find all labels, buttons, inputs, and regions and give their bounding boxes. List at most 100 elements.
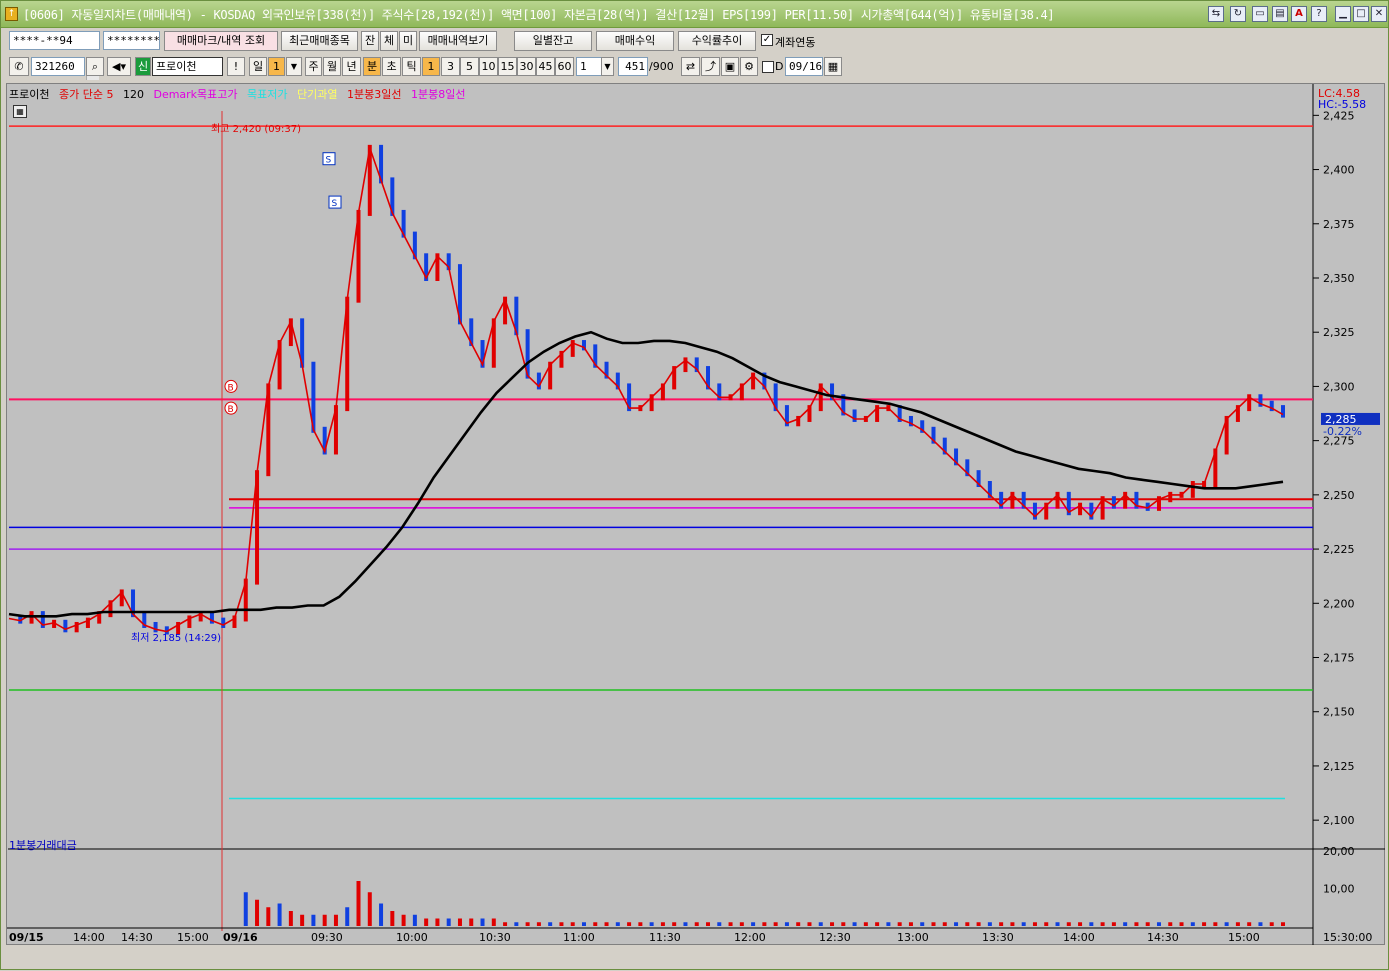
volume-bar	[1281, 922, 1285, 926]
volume-bar	[796, 922, 801, 926]
volume-bar	[480, 918, 485, 926]
volume-bar	[1066, 922, 1071, 926]
volume-bar	[457, 918, 462, 926]
volume-bar	[390, 911, 395, 926]
volume-bar	[920, 922, 925, 926]
volume-bar	[638, 922, 643, 926]
volume-bar	[1247, 922, 1252, 926]
candle-bar	[1281, 405, 1285, 418]
volume-bar	[1032, 922, 1037, 926]
time-tick-label: 09/15	[9, 931, 44, 944]
volume-bar	[1078, 922, 1083, 926]
volume-bar	[1010, 922, 1015, 926]
candle-bar	[1111, 496, 1116, 509]
volume-bar	[987, 922, 992, 926]
high-annotation: 최고 2,420 (09:37)	[211, 123, 301, 135]
time-tick-label: 13:30	[982, 931, 1014, 944]
time-tick-label: 14:30	[121, 931, 153, 944]
price-tick-label: 2,175	[1323, 652, 1355, 665]
current-change: -0.22%	[1323, 425, 1362, 438]
time-tick-label: 14:30	[1147, 931, 1179, 944]
volume-bar	[830, 922, 835, 926]
volume-bar	[954, 922, 959, 926]
volume-bar	[345, 907, 350, 926]
ma120-line	[8, 330, 1284, 618]
volume-bar	[841, 922, 846, 926]
volume-bar	[243, 892, 248, 926]
main-window: ↑ [0606] 자동일지차트(매매내역) - KOSDAQ 외국인보유[338…	[0, 0, 1389, 970]
volume-bar	[897, 922, 902, 926]
volume-bar	[1111, 922, 1116, 926]
time-tick-label: 15:00	[177, 931, 209, 944]
candle-bar	[63, 619, 68, 633]
volume-bar	[581, 922, 586, 926]
time-tick-label: 13:00	[897, 931, 929, 944]
volume-bar	[604, 922, 609, 926]
price-chart-svg[interactable]: 2,4252,4002,3752,3502,3252,3002,2752,250…	[1, 1, 1389, 971]
volume-bar	[1089, 922, 1094, 926]
volume-bar	[852, 922, 857, 926]
volume-bar	[660, 922, 665, 926]
candle-bar	[74, 621, 79, 633]
volume-bar	[807, 922, 812, 926]
volume-tick-label: 10,00	[1323, 883, 1355, 896]
time-tick-label: 14:00	[73, 931, 105, 944]
volume-bar	[401, 914, 406, 926]
volume-bar	[435, 918, 440, 926]
buy-marker-label: B	[228, 405, 234, 415]
volume-bar	[559, 922, 564, 926]
volume-bar	[976, 922, 981, 926]
status-bar	[6, 947, 1385, 967]
volume-bar	[1044, 922, 1049, 926]
volume-bar	[728, 922, 733, 926]
volume-bar	[965, 922, 970, 926]
volume-bar	[1123, 922, 1128, 926]
volume-bar	[491, 918, 496, 926]
volume-bar	[548, 922, 553, 926]
volume-bar	[1021, 922, 1026, 926]
low-annotation: 최저 2,185 (14:29)	[131, 632, 221, 644]
volume-bar	[615, 922, 620, 926]
volume-bar	[784, 922, 789, 926]
volume-bar	[1190, 922, 1195, 926]
volume-bar	[863, 922, 868, 926]
volume-bar	[322, 914, 327, 926]
time-tick-label: 09/16	[223, 931, 258, 944]
volume-bar	[773, 922, 778, 926]
time-tick-label: 10:00	[396, 931, 428, 944]
price-tick-label: 2,350	[1323, 272, 1355, 285]
volume-bar	[266, 907, 271, 926]
time-tick-label: 11:30	[649, 931, 681, 944]
candle-bar	[1168, 491, 1173, 503]
volume-bar	[570, 922, 575, 926]
volume-bar	[908, 922, 913, 926]
volume-bar	[255, 899, 260, 926]
volume-bar	[694, 922, 699, 926]
volume-bar	[1179, 922, 1184, 926]
volume-bar	[717, 922, 722, 926]
volume-bar	[1168, 922, 1173, 926]
time-tick-label: 14:00	[1063, 931, 1095, 944]
volume-bar	[739, 922, 744, 926]
volume-bar	[875, 922, 880, 926]
volume-bar	[424, 918, 429, 926]
volume-bar	[942, 922, 947, 926]
price-tick-label: 2,100	[1323, 814, 1355, 827]
volume-bar	[1100, 922, 1105, 926]
time-axis-end: 15:30:00	[1323, 931, 1372, 944]
price-tick-label: 2,300	[1323, 380, 1355, 393]
price-tick-label: 2,425	[1323, 109, 1355, 122]
volume-bar	[593, 922, 598, 926]
price-tick-label: 2,325	[1323, 326, 1355, 339]
price-tick-label: 2,250	[1323, 489, 1355, 502]
time-tick-label: 10:30	[479, 931, 511, 944]
volume-bar	[1235, 922, 1240, 926]
candle-bar	[153, 621, 158, 633]
volume-bar	[503, 922, 508, 926]
volume-bar	[277, 903, 282, 926]
volume-bar	[999, 922, 1004, 926]
time-tick-label: 15:00	[1228, 931, 1260, 944]
volume-bar	[367, 892, 372, 926]
volume-bar	[536, 922, 541, 926]
volume-bar	[469, 918, 474, 926]
